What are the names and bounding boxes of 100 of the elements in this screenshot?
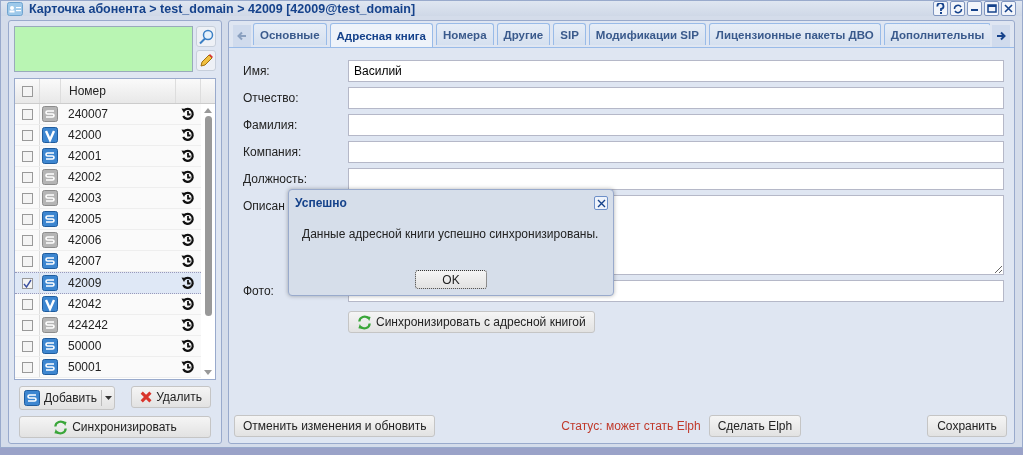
save-button[interactable]: Сохранить [927, 415, 1007, 437]
contact-card-icon [7, 1, 23, 16]
field-label: Фамилия: [243, 118, 298, 132]
history-icon[interactable] [181, 339, 195, 353]
number-cell-text: 42001 [67, 149, 103, 163]
history-icon[interactable] [181, 297, 195, 311]
history-icon[interactable] [181, 191, 195, 205]
revert-button[interactable]: Отменить изменения и обновить [234, 415, 436, 437]
dropdown-icon[interactable] [101, 390, 115, 406]
list-row[interactable]: 424242 [15, 315, 201, 336]
row-checkbox[interactable] [21, 150, 33, 162]
list-row[interactable]: 42007 [15, 251, 201, 272]
field-label: Отчество: [243, 91, 299, 105]
field-label: Компания: [243, 145, 302, 159]
history-icon[interactable] [181, 360, 195, 374]
list-row[interactable]: 42003 [15, 188, 201, 209]
number-cell-text: 424242 [67, 318, 110, 332]
sync-address-book-button[interactable]: Синхронизировать с адресной книгой [348, 311, 595, 333]
row-checkbox[interactable] [21, 340, 33, 352]
pencil-icon[interactable] [196, 50, 216, 71]
list-row[interactable]: 42042 [15, 294, 201, 315]
input-field[interactable] [348, 87, 1004, 109]
delete-button[interactable]: Удалить [131, 386, 211, 408]
list-row[interactable]: 50000 [15, 336, 201, 357]
list-row[interactable]: 42005 [15, 209, 201, 230]
number-cell-text: 42042 [67, 297, 103, 311]
history-icon[interactable] [181, 212, 195, 226]
number-cell-text: 42000 [67, 128, 103, 142]
row-checkbox[interactable] [21, 234, 33, 246]
tab[interactable]: Другие [496, 23, 551, 45]
close-icon[interactable] [1001, 1, 1016, 16]
history-icon[interactable] [181, 170, 195, 184]
list-row[interactable]: 240007 [15, 104, 201, 125]
field-label: Описан [243, 199, 285, 213]
row-checkbox[interactable] [21, 171, 33, 183]
refresh-icon[interactable] [950, 1, 965, 16]
make-elph-button[interactable]: Сделать Elph [708, 415, 802, 437]
tab[interactable]: Основные [253, 23, 327, 45]
input-field[interactable]: Василий [348, 60, 1004, 82]
number-cell-text: 240007 [67, 107, 110, 121]
number-cell-text: 42003 [67, 191, 103, 205]
number-cell-text: 42006 [67, 233, 103, 247]
help-icon[interactable] [933, 1, 948, 16]
input-field[interactable] [348, 168, 1004, 190]
list-row[interactable]: 42001 [15, 146, 201, 167]
window-title: Карточка абонента > test_domain > 42009 [42009@test_domain] [29, 1, 417, 16]
row-checkbox[interactable] [21, 108, 33, 120]
history-icon[interactable] [181, 233, 195, 247]
select-all-checkbox[interactable] [21, 85, 33, 97]
list-row[interactable]: 42000 [15, 125, 201, 146]
row-checkbox[interactable] [21, 213, 33, 225]
number-cell-text: 42007 [67, 254, 103, 268]
minimize-icon[interactable] [967, 1, 982, 16]
number-cell-text: 50000 [67, 339, 103, 353]
ok-button[interactable]: OK [415, 270, 487, 289]
tab[interactable]: Дополнительны [883, 23, 990, 45]
row-checkbox[interactable] [21, 277, 33, 289]
number-cell-text: 42005 [67, 212, 103, 226]
history-icon[interactable] [181, 254, 195, 268]
row-checkbox[interactable] [21, 319, 33, 331]
input-field[interactable] [348, 141, 1004, 163]
input-field[interactable] [348, 114, 1004, 136]
number-cell-text: 42009 [67, 276, 103, 290]
list-row[interactable]: 42006 [15, 230, 201, 251]
list-row[interactable]: 42009 [15, 272, 201, 294]
list-row[interactable]: 50001 [15, 357, 201, 378]
maximize-icon[interactable] [984, 1, 999, 16]
row-checkbox[interactable] [21, 361, 33, 373]
refresh-icon [357, 314, 372, 330]
tab[interactable]: Адресная книга [329, 23, 434, 47]
close-icon[interactable] [594, 196, 608, 210]
history-icon[interactable] [181, 149, 195, 163]
history-icon[interactable] [181, 128, 195, 142]
history-icon[interactable] [181, 318, 195, 332]
tab[interactable]: Номера [436, 23, 494, 45]
row-checkbox[interactable] [21, 192, 33, 204]
dialog-message: Данные адресной книги успешно синхронизированы. [301, 226, 600, 241]
field-label: Должность: [243, 172, 308, 186]
number-cell-text: 50001 [67, 360, 103, 374]
history-icon[interactable] [181, 107, 195, 121]
dialog-title: Успешно [295, 196, 347, 210]
number-cell-text: 42002 [67, 170, 103, 184]
tab[interactable]: Модификации SIP [588, 23, 706, 45]
status-text: Статус: может стать Elph [561, 419, 701, 433]
tab[interactable]: Лицензионные пакеты ДВО [708, 23, 881, 45]
tab[interactable]: SIP [553, 23, 586, 45]
history-icon[interactable] [181, 276, 195, 290]
delete-icon [140, 390, 153, 404]
row-checkbox[interactable] [21, 255, 33, 267]
s-letter-icon [24, 390, 40, 406]
field-label: Фото: [243, 284, 274, 298]
column-header[interactable]: Номер [69, 84, 106, 98]
sync-button[interactable]: Синхронизировать [19, 416, 211, 438]
search-icon[interactable] [196, 26, 216, 47]
refresh-icon [53, 419, 69, 435]
scroll-right-icon[interactable] [992, 25, 1010, 47]
row-checkbox[interactable] [21, 298, 33, 310]
list-row[interactable]: 42002 [15, 167, 201, 188]
row-checkbox[interactable] [21, 129, 33, 141]
field-label: Имя: [243, 64, 270, 78]
